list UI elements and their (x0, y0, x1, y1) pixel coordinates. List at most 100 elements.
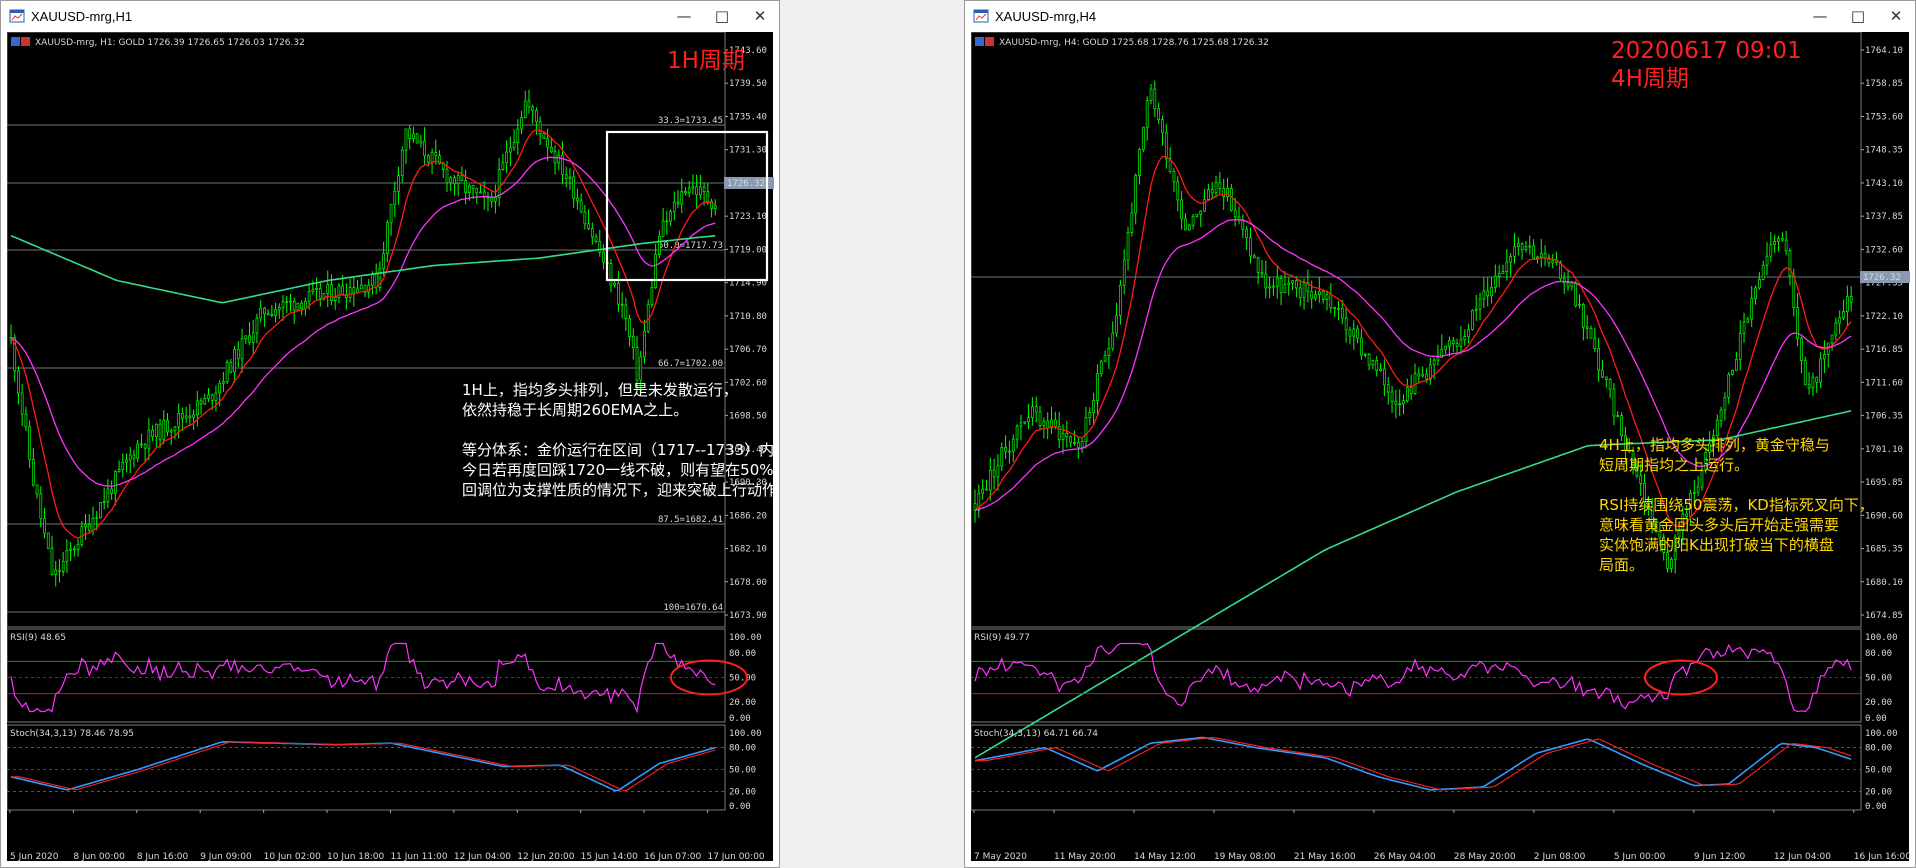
time-tick-label: 12 Jun 04:00 (454, 852, 511, 862)
candle-body (102, 501, 106, 503)
price-tick-label: 1695.85 (1865, 478, 1903, 488)
candle-body (1451, 340, 1455, 344)
candle-body (1314, 294, 1317, 299)
chart-window-h4[interactable]: XAUUSD-mrg,H4 — □ ✕ XAUUSD-mrg, H4: GOLD… (964, 0, 1916, 868)
time-tick-label: 28 May 20:00 (1454, 852, 1516, 862)
candle-body (65, 550, 69, 562)
candle-body (1333, 307, 1337, 309)
candle-body (1788, 250, 1792, 277)
candle-body (128, 454, 132, 461)
candle-body (531, 106, 535, 111)
rsi-panel[interactable] (971, 628, 1862, 723)
candle-body (61, 561, 65, 572)
candle-body (1444, 345, 1447, 350)
candle-body (1589, 328, 1593, 339)
candle-body (613, 282, 617, 286)
chart-svg-h4[interactable]: XAUUSD-mrg, H4: GOLD 1725.68 1728.76 172… (971, 32, 1911, 863)
time-tick-label: 16 Jun 07:00 (644, 852, 701, 862)
candle-body (1520, 243, 1524, 250)
candle-body (1080, 441, 1084, 448)
candle-body (1034, 406, 1038, 413)
candle-body (419, 140, 423, 144)
time-tick-label: 11 May 20:00 (1054, 852, 1116, 862)
candle-body (1360, 337, 1363, 356)
candle-body (166, 420, 169, 433)
candle-body (527, 100, 531, 108)
candle-body (210, 394, 214, 401)
candle-body (1317, 290, 1321, 295)
candle-body (1042, 420, 1046, 426)
candle-body (1834, 322, 1838, 336)
candle-body (620, 303, 624, 306)
close-icon[interactable]: ✕ (1877, 7, 1915, 25)
minimize-icon[interactable]: — (665, 7, 703, 25)
minimize-icon[interactable]: — (1801, 7, 1839, 25)
analysis-note-line: 1H上，指均多头排列，但是未发散运行， (462, 381, 738, 399)
candle-body (389, 204, 393, 224)
chart-svg-h1[interactable]: XAUUSD-mrg, H1: GOLD 1726.39 1726.65 172… (7, 32, 775, 863)
chart-area[interactable]: XAUUSD-mrg, H4: GOLD 1725.68 1728.76 172… (971, 32, 1911, 863)
candle-body (1719, 409, 1723, 421)
fib-level-label: 50.0=1717.73 (658, 241, 723, 251)
candle-body (699, 186, 702, 196)
candle-body (1803, 360, 1807, 386)
window-titlebar[interactable]: XAUUSD-mrg,H4 — □ ✕ (965, 1, 1915, 31)
price-tick-label: 1706.70 (729, 345, 767, 355)
time-tick-label: 12 Jun 20:00 (517, 852, 574, 862)
analysis-note-line: 局面。 (1599, 556, 1644, 574)
price-tick-label: 1674.85 (1865, 611, 1903, 621)
close-icon[interactable]: ✕ (741, 7, 779, 25)
candle-body (1015, 425, 1019, 440)
candle-body (248, 335, 251, 343)
main-panel[interactable] (7, 32, 726, 628)
candle-body (549, 146, 553, 153)
candle-body (590, 228, 594, 238)
candle-body (143, 443, 147, 449)
candle-body (1352, 328, 1356, 337)
candle-body (326, 284, 330, 294)
candle-body (292, 300, 296, 311)
time-tick-label: 2 Jun 08:00 (1534, 852, 1586, 862)
price-tick-label: 1716.85 (1865, 345, 1903, 355)
candle-body (1765, 255, 1769, 266)
window-titlebar[interactable]: XAUUSD-mrg,H1 — □ ✕ (1, 1, 779, 31)
chart-window-h1[interactable]: XAUUSD-mrg,H1 — □ ✕ XAUUSD-mrg, H1: GOLD… (0, 0, 780, 868)
maximize-icon[interactable]: □ (703, 7, 741, 25)
stoch-axis-label: 100.00 (729, 729, 762, 739)
candle-body (464, 180, 467, 193)
chart-area[interactable]: XAUUSD-mrg, H1: GOLD 1726.39 1726.65 172… (7, 32, 775, 863)
candle-body (1769, 244, 1773, 257)
candle-body (508, 147, 512, 153)
candle-body (1696, 486, 1700, 493)
candle-body (147, 429, 151, 449)
time-tick-label: 5 Jun 2020 (10, 852, 59, 862)
candle-body (1176, 181, 1180, 201)
candle-body (341, 285, 344, 295)
price-tick-label: 1739.50 (729, 79, 767, 89)
maximize-icon[interactable]: □ (1839, 7, 1877, 25)
candle-body (382, 253, 385, 269)
price-tick-label: 1731.30 (729, 146, 767, 156)
candle-body (1490, 286, 1493, 297)
candle-body (84, 524, 87, 528)
chart-heading: 20200617 09:01 (1611, 38, 1802, 64)
candle-body (1845, 296, 1849, 312)
candle-body (587, 223, 590, 229)
candle-body (684, 191, 687, 194)
candle-body (1390, 391, 1394, 402)
candle-body (1738, 333, 1742, 360)
candle-body (218, 382, 222, 394)
candle-body (1842, 311, 1845, 319)
candle-body (1245, 228, 1249, 239)
rsi-panel[interactable] (7, 628, 726, 723)
candle-body (50, 547, 54, 575)
candle-body (1363, 353, 1367, 356)
rsi-label: RSI(9) 49.77 (974, 633, 1030, 643)
candle-body (1819, 358, 1822, 383)
candle-body (1344, 317, 1348, 331)
candle-body (1046, 420, 1050, 429)
candle-body (140, 443, 143, 446)
candle-body (1402, 400, 1405, 405)
candle-body (1773, 241, 1777, 245)
candle-body (1593, 337, 1597, 349)
